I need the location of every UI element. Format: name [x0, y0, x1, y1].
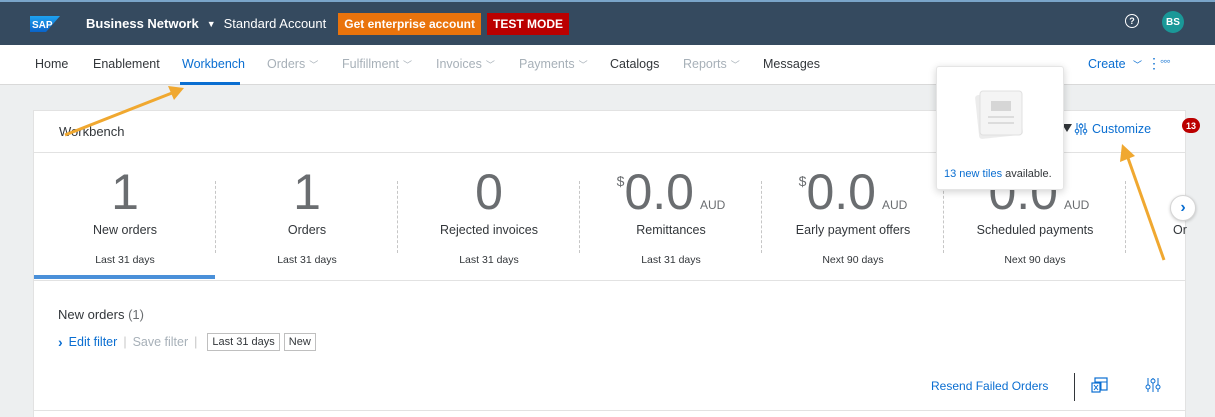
- toolbar-divider: [1074, 373, 1075, 401]
- card-divider: [34, 410, 1185, 411]
- nav-fulfillment-label: Fulfillment: [342, 57, 399, 71]
- tile-period: Last 31 days: [459, 254, 519, 266]
- nav-item-reports[interactable]: Reports ﹀: [683, 57, 740, 71]
- popover-suffix: available.: [1002, 168, 1052, 180]
- nav-invoices-label: Invoices: [436, 57, 482, 71]
- export-excel-icon[interactable]: [1091, 376, 1109, 394]
- tiles-divider: [34, 280, 1185, 281]
- currency-unit: AUD: [1063, 198, 1090, 212]
- nav-item-enablement[interactable]: Enablement: [93, 57, 160, 71]
- new-tiles-popover: 13 new tiles available.: [936, 66, 1064, 190]
- tile-label: Remittances: [636, 223, 706, 237]
- tile-period: Next 90 days: [1004, 254, 1066, 266]
- chevron-down-icon: ﹀: [578, 60, 588, 70]
- tile-rejected-invoices[interactable]: 0 Rejected invoices Last 31 days: [398, 153, 580, 279]
- save-filter-button[interactable]: Save filter: [133, 335, 189, 349]
- chevron-right-icon: ›: [1180, 199, 1186, 216]
- filter-chip-period[interactable]: Last 31 days: [207, 333, 280, 351]
- active-tab-indicator: [180, 82, 240, 85]
- create-label: Create: [1088, 57, 1126, 71]
- chevron-down-icon: ﹀: [402, 60, 412, 70]
- brand-name: Business Network: [86, 16, 199, 31]
- vertical-more-icon[interactable]: ⋮: [1147, 55, 1161, 72]
- divider: |: [123, 335, 127, 349]
- resend-failed-orders-button[interactable]: Resend Failed Orders: [931, 379, 1048, 393]
- tile-period: Next 90 days: [822, 254, 884, 266]
- sap-logo-text: SAP: [32, 20, 53, 31]
- nav-payments-label: Payments: [519, 57, 575, 71]
- tile-period: Last 31 days: [641, 254, 701, 266]
- currency-unit: AUD: [699, 198, 726, 212]
- new-tiles-link[interactable]: 13 new tiles: [944, 168, 1002, 180]
- nav-item-payments[interactable]: Payments ﹀: [519, 57, 588, 71]
- tile-value: 0: [475, 164, 503, 220]
- tile-label: Early payment offers: [795, 223, 911, 237]
- avatar[interactable]: BS: [1162, 11, 1184, 33]
- filter-chip-status[interactable]: New: [283, 333, 316, 351]
- active-tile-indicator: [34, 275, 215, 279]
- tile-new-orders[interactable]: 1 New orders Last 31 days: [34, 153, 216, 279]
- create-menu[interactable]: Create ﹀: [1088, 57, 1142, 71]
- section-count: (1): [128, 307, 144, 322]
- edit-filter-button[interactable]: › Edit filter: [58, 334, 117, 350]
- sap-logo[interactable]: SAP: [30, 15, 60, 32]
- nav-item-workbench[interactable]: Workbench: [182, 57, 245, 71]
- section-title: New orders (1): [58, 307, 144, 322]
- customize-label: Customize: [1092, 122, 1152, 136]
- divider: |: [194, 335, 198, 349]
- product-switcher[interactable]: Business Network ▼: [86, 16, 216, 31]
- table-settings-icon[interactable]: [1144, 377, 1162, 393]
- tile-label: Rejected invoices: [440, 223, 538, 237]
- sliders-icon: [1074, 123, 1088, 135]
- nav-item-home[interactable]: Home: [35, 57, 68, 71]
- tile-orders[interactable]: 1 Orders Last 31 days: [216, 153, 398, 279]
- tile-value: $0.0 AUD: [762, 163, 944, 221]
- tile-label: New orders: [93, 223, 157, 237]
- tile-value: $0.0 AUD: [580, 163, 762, 221]
- nav-item-catalogs[interactable]: Catalogs: [610, 57, 659, 71]
- nav-item-fulfillment[interactable]: Fulfillment ﹀: [342, 57, 412, 71]
- tile-period: Last 31 days: [277, 254, 337, 266]
- tile-divider: [1125, 181, 1126, 253]
- nav-item-messages[interactable]: Messages: [763, 57, 820, 71]
- currency-symbol: $: [616, 173, 625, 189]
- tile-partial-label: Or: [1173, 223, 1187, 237]
- tile-remittances[interactable]: $0.0 AUD Remittances Last 31 days: [580, 153, 762, 279]
- nav-reports-label: Reports: [683, 57, 727, 71]
- card-title: Workbench: [59, 124, 125, 139]
- tiles-illustration-icon: [975, 90, 1023, 139]
- edit-filter-label: Edit filter: [68, 335, 118, 349]
- caret-down-icon: ▼: [206, 18, 216, 29]
- shell-bar: SAP Business Network ▼ Standard Account …: [0, 0, 1215, 45]
- customize-button[interactable]: Customize 13: [1074, 118, 1200, 136]
- tile-amount: 0.0: [806, 164, 876, 220]
- nav-item-invoices[interactable]: Invoices ﹀: [436, 57, 495, 71]
- filter-row: › Edit filter | Save filter | Last 31 day…: [58, 333, 316, 351]
- tile-value: 1: [293, 164, 321, 220]
- tile-value: 1: [111, 164, 139, 220]
- help-icon[interactable]: ?: [1125, 14, 1139, 28]
- popover-message: 13 new tiles available.: [944, 168, 1052, 180]
- customize-count-badge: 13: [1182, 118, 1200, 133]
- nav-item-orders[interactable]: Orders ﹀: [267, 57, 318, 71]
- chevron-down-icon: ﹀: [485, 60, 495, 70]
- more-icon[interactable]: ◦◦◦: [1160, 54, 1171, 68]
- tile-label: Orders: [287, 223, 327, 237]
- nav-orders-label: Orders: [267, 57, 306, 71]
- tile-amount: 0.0: [624, 164, 694, 220]
- account-type: Standard Account: [223, 16, 327, 31]
- currency-symbol: $: [798, 173, 807, 189]
- tile-period: Last 31 days: [95, 254, 155, 266]
- currency-unit: AUD: [881, 198, 908, 212]
- chevron-down-icon: ﹀: [1133, 60, 1143, 70]
- tile-label: Scheduled payments: [976, 223, 1094, 237]
- get-enterprise-account-button[interactable]: Get enterprise account: [338, 12, 481, 35]
- section-title-text: New orders: [58, 307, 125, 322]
- tile-early-payment-offers[interactable]: $0.0 AUD Early payment offers Next 90 day…: [762, 153, 944, 279]
- test-mode-badge: TEST MODE: [486, 12, 569, 35]
- chevron-down-icon: ﹀: [309, 60, 319, 70]
- chevron-right-icon: ›: [58, 334, 63, 350]
- chevron-down-icon: ﹀: [730, 60, 740, 70]
- next-tiles-button[interactable]: ›: [1170, 195, 1196, 221]
